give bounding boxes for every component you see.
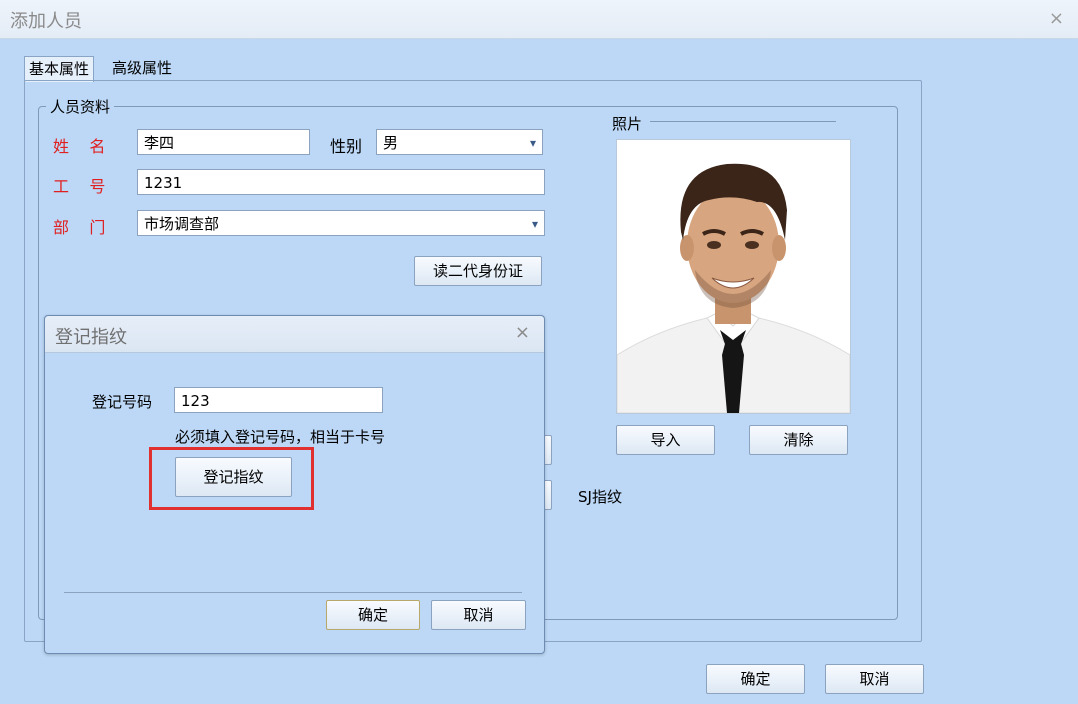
dialog-close-icon[interactable]: ×: [515, 322, 530, 343]
dept-select[interactable]: 市场调查部: [137, 210, 545, 237]
tab-basic[interactable]: 基本属性: [24, 56, 95, 82]
gender-select[interactable]: 男: [376, 129, 543, 156]
clear-button[interactable]: 清除: [749, 425, 848, 455]
photo-divider: [650, 121, 836, 122]
photo-image: [616, 139, 851, 414]
window-title: 添加人员: [10, 11, 82, 32]
id-label: 工 号: [53, 177, 106, 196]
highlight-box: [149, 447, 314, 510]
dept-label: 部 门: [53, 218, 106, 237]
gender-value: 男: [383, 134, 399, 152]
name-input[interactable]: 李四: [137, 129, 310, 155]
fingerprint-dialog: 登记指纹 × 登记号码 123 必须填入登记号码，相当于卡号 登记指纹 确定 取…: [44, 315, 545, 654]
fingerprint-label: SJ指纹: [578, 488, 622, 506]
person-portrait: [617, 140, 850, 413]
tab-advanced[interactable]: 高级属性: [108, 56, 176, 80]
close-icon[interactable]: ×: [1049, 8, 1064, 29]
reg-number-hint: 必须填入登记号码，相当于卡号: [175, 428, 386, 446]
ok-button[interactable]: 确定: [706, 664, 805, 694]
window-titlebar: [0, 0, 1078, 39]
reg-number-input[interactable]: 123: [174, 387, 383, 413]
name-label: 姓 名: [53, 137, 106, 156]
cancel-button[interactable]: 取消: [825, 664, 924, 694]
person-group-label: 人员资料: [46, 96, 115, 117]
dialog-divider: [64, 592, 522, 593]
dialog-title: 登记指纹: [55, 327, 127, 348]
import-button[interactable]: 导入: [616, 425, 715, 455]
read-id-card-button[interactable]: 读二代身份证: [414, 256, 542, 286]
reg-number-label: 登记号码: [92, 393, 153, 411]
gender-label: 性别: [330, 137, 363, 156]
dialog-cancel-button[interactable]: 取消: [431, 600, 526, 630]
dialog-ok-button[interactable]: 确定: [326, 600, 420, 630]
photo-label: 照片: [612, 115, 643, 133]
id-input[interactable]: 1231: [137, 169, 545, 195]
dept-value: 市场调查部: [144, 215, 220, 233]
